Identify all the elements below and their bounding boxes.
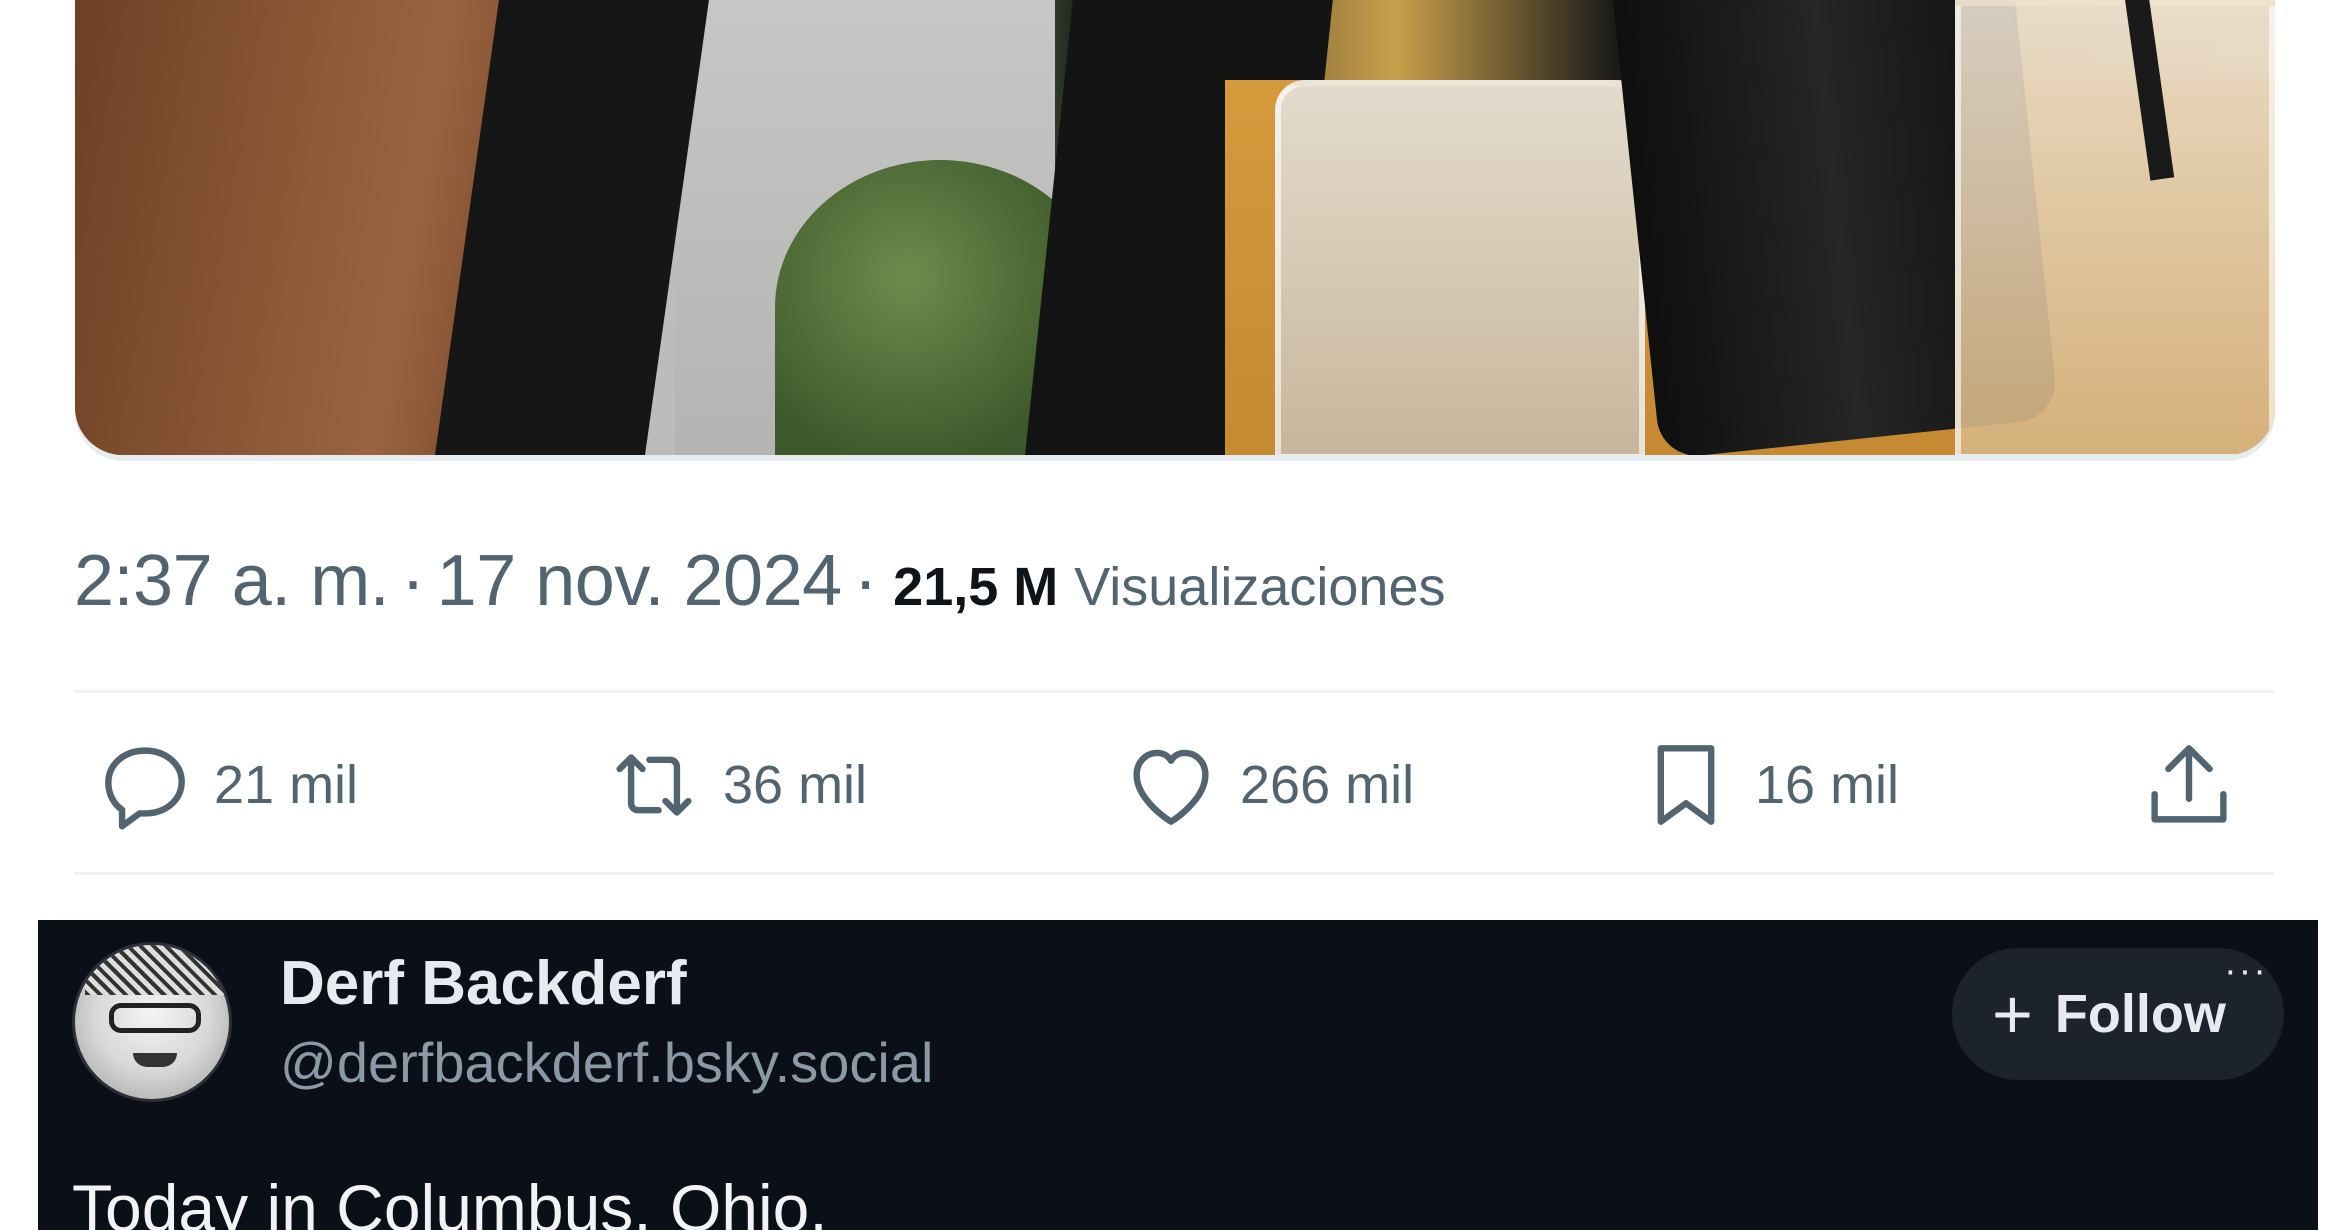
more-options-icon[interactable]: ··· — [2224, 950, 2268, 993]
retweet-count: 36 mil — [723, 755, 868, 815]
share-upload-icon — [2151, 745, 2227, 823]
divider — [74, 872, 2274, 875]
screenshot-page: 2:37 a. m. · 17 nov. 2024 · 21,5 M Visua… — [0, 0, 2350, 1230]
meta-separator: · — [401, 541, 425, 621]
share-button[interactable] — [2134, 730, 2244, 840]
tweet-photo[interactable] — [75, 0, 2275, 455]
comment-bubble-icon — [105, 747, 185, 830]
retweet-arrows-icon — [616, 754, 692, 816]
views-label: Visualizaciones — [1074, 557, 1446, 617]
follow-label: Follow — [2054, 984, 2226, 1044]
plus-icon: + — [1992, 975, 2033, 1053]
tweet-meta: 2:37 a. m. · 17 nov. 2024 · 21,5 M Visua… — [74, 540, 1445, 622]
reply-count: 21 mil — [214, 755, 359, 815]
tweet-action-bar: 21 mil 36 mil 266 mil 16 mil — [74, 700, 2274, 880]
like-count: 266 mil — [1240, 755, 1415, 815]
bookmark-button[interactable]: 16 mil — [1631, 730, 1899, 840]
heart-icon — [1133, 749, 1209, 825]
author-handle[interactable]: @derfbackderf.bsky.social — [280, 1030, 933, 1095]
author-name[interactable]: Derf Backderf — [280, 948, 687, 1019]
embedded-bluesky-post: Derf Backderf @derfbackderf.bsky.social … — [38, 920, 2318, 1230]
tweet-time[interactable]: 2:37 a. m. — [74, 540, 390, 622]
avatar[interactable] — [72, 942, 232, 1102]
views-count: 21,5 M — [893, 557, 1059, 617]
meta-separator: · — [853, 541, 878, 621]
retweet-button[interactable]: 36 mil — [599, 730, 867, 840]
bookmark-icon — [1657, 745, 1715, 825]
post-text: Today in Columbus, Ohio. — [72, 1171, 828, 1230]
like-button[interactable]: 266 mil — [1116, 730, 1414, 840]
bookmark-count: 16 mil — [1755, 755, 1900, 815]
reply-button[interactable]: 21 mil — [90, 730, 358, 840]
tweet-date[interactable]: 17 nov. 2024 — [437, 540, 843, 622]
divider — [74, 690, 2274, 693]
